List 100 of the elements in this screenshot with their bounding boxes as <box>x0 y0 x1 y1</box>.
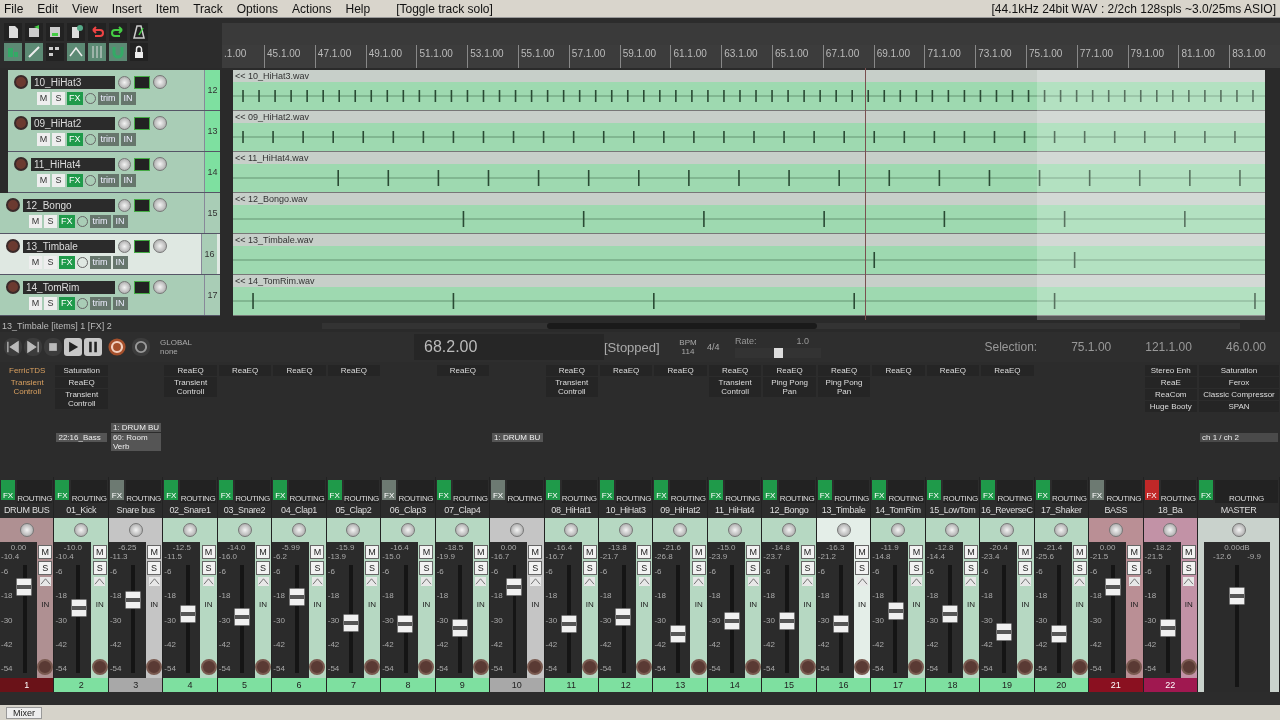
fx-slot[interactable]: Transient Controll <box>55 389 108 409</box>
fx-slot[interactable]: Transient Controll <box>545 377 598 397</box>
input-button[interactable]: IN <box>966 600 975 609</box>
input-button[interactable]: IN <box>95 600 104 609</box>
input-button[interactable]: IN <box>112 215 128 228</box>
mute-button[interactable]: M <box>37 174 50 187</box>
fx-slot[interactable]: ReaCom <box>1144 389 1197 400</box>
solo-button[interactable]: S <box>310 561 325 575</box>
routing-button[interactable] <box>134 198 150 212</box>
volume-readout[interactable]: 0.00 <box>1 543 36 552</box>
solo-button[interactable]: S <box>44 256 57 269</box>
fader-handle[interactable] <box>942 604 958 623</box>
record-arm-button[interactable] <box>418 659 435 675</box>
envelope-icon[interactable] <box>312 577 323 586</box>
fader-handle[interactable] <box>724 612 741 631</box>
fx-button[interactable]: FX <box>600 480 614 500</box>
fader-handle[interactable] <box>125 590 142 609</box>
routing-button[interactable]: ROUTING <box>452 480 489 503</box>
routing-button[interactable]: ROUTING <box>343 480 380 503</box>
record-arm-button[interactable] <box>309 659 326 675</box>
solo-button[interactable]: S <box>1181 561 1196 575</box>
volume-readout[interactable]: -21.4 <box>1035 543 1071 552</box>
menu-item[interactable]: Options <box>236 1 279 16</box>
volume-readout[interactable]: -12.5 <box>164 543 200 552</box>
pan-knob[interactable] <box>618 523 633 537</box>
fx-button[interactable]: FX <box>1090 480 1105 500</box>
record-arm-button[interactable] <box>91 659 108 675</box>
mute-button[interactable]: M <box>29 215 42 228</box>
track-header[interactable]: 14_TomRim M S FX trim IN 17 <box>0 275 220 316</box>
fx-slot[interactable]: Ping Pong Pan <box>817 377 871 397</box>
routing-button[interactable]: ROUTING <box>289 480 325 503</box>
record-arm-button[interactable] <box>690 659 707 675</box>
routing-button[interactable] <box>134 239 150 253</box>
envelope-icon[interactable] <box>1074 577 1086 586</box>
channel-name[interactable]: 09_HiHat2 <box>653 503 707 518</box>
automation-mode[interactable]: none <box>160 347 192 356</box>
record-arm-button[interactable] <box>527 659 544 675</box>
record-arm-button[interactable] <box>255 659 272 675</box>
routing-button[interactable]: ROUTING <box>1106 480 1142 503</box>
track-name[interactable]: 14_TomRim <box>23 280 115 294</box>
fader-handle[interactable] <box>560 615 577 634</box>
channel-name[interactable]: MASTER <box>1198 503 1279 518</box>
input-button[interactable]: IN <box>112 297 128 310</box>
mute-button[interactable]: M <box>29 256 42 269</box>
mute-button[interactable]: M <box>201 545 216 559</box>
grid-icon[interactable] <box>46 43 64 61</box>
record-arm-button[interactable] <box>6 239 20 253</box>
volume-readout[interactable]: -12.8 <box>926 543 962 552</box>
input-button[interactable]: IN <box>41 600 50 609</box>
fader-handle[interactable] <box>1159 618 1176 637</box>
channel-name[interactable]: 03_Snare2 <box>217 503 272 518</box>
mixer-tab[interactable]: Mixer <box>6 706 42 719</box>
fader-handle[interactable] <box>179 604 196 623</box>
mute-button[interactable]: M <box>92 545 107 559</box>
solo-button[interactable]: S <box>909 561 924 575</box>
channel-name[interactable]: Snare bus <box>108 503 163 518</box>
channel-name[interactable]: 06_Clap3 <box>381 503 435 518</box>
pan-knob[interactable] <box>292 523 306 537</box>
item-name[interactable]: << 12_Bongo.wav <box>233 193 1265 205</box>
envelope-icon[interactable] <box>1019 577 1031 586</box>
mute-button[interactable]: M <box>909 545 924 559</box>
record-arm-button[interactable] <box>200 659 217 675</box>
solo-button[interactable]: S <box>582 561 597 575</box>
routing-button[interactable]: ROUTING <box>670 480 706 503</box>
undo-icon[interactable] <box>88 23 106 41</box>
pan-knob[interactable] <box>237 523 252 537</box>
item-name[interactable]: << 10_HiHat3.wav <box>233 70 1265 82</box>
track-header[interactable]: 09_HiHat2 M S FX trim IN 13 <box>8 111 220 152</box>
pause-icon[interactable] <box>84 338 102 356</box>
input-button[interactable]: IN <box>150 600 159 609</box>
menu-item[interactable]: Help <box>345 1 371 16</box>
solo-button[interactable]: S <box>44 297 57 310</box>
envelope-icon[interactable] <box>911 577 922 586</box>
channel-name[interactable]: 11_HiHat4 <box>707 503 762 518</box>
fader-handle[interactable] <box>1050 625 1067 644</box>
solo-button[interactable]: S <box>419 561 434 575</box>
volume-readout[interactable]: -13.8 <box>600 543 635 552</box>
fx-slot[interactable]: ReaEQ <box>926 365 980 376</box>
envelope-icon[interactable] <box>693 577 705 586</box>
mute-button[interactable]: M <box>29 297 42 310</box>
record-arm-button[interactable] <box>1017 659 1034 675</box>
mute-button[interactable]: M <box>419 545 434 559</box>
pan-knob[interactable] <box>836 523 851 537</box>
menu-item[interactable]: View <box>72 1 98 16</box>
menu-item[interactable]: Item <box>155 1 180 16</box>
fx-slot[interactable]: Transient Controll <box>164 377 217 397</box>
pan-knob[interactable] <box>19 523 34 537</box>
solo-button[interactable]: S <box>256 561 271 575</box>
input-button[interactable]: IN <box>120 174 136 187</box>
redo-icon[interactable] <box>109 23 127 41</box>
rate-slider[interactable] <box>735 348 821 358</box>
send-slot[interactable]: ch 1 / ch 2 <box>1200 432 1278 442</box>
channel-name[interactable]: 07_Clap4 <box>435 503 490 518</box>
input-button[interactable]: IN <box>803 600 812 609</box>
channel-name[interactable]: BASS <box>1089 503 1143 518</box>
mute-button[interactable]: M <box>310 545 325 559</box>
fx-slot[interactable]: ReaEQ <box>763 365 816 376</box>
volume-readout[interactable]: -10.0 <box>55 543 91 552</box>
solo-button[interactable]: S <box>1072 561 1087 575</box>
volume-knob[interactable] <box>118 280 131 294</box>
